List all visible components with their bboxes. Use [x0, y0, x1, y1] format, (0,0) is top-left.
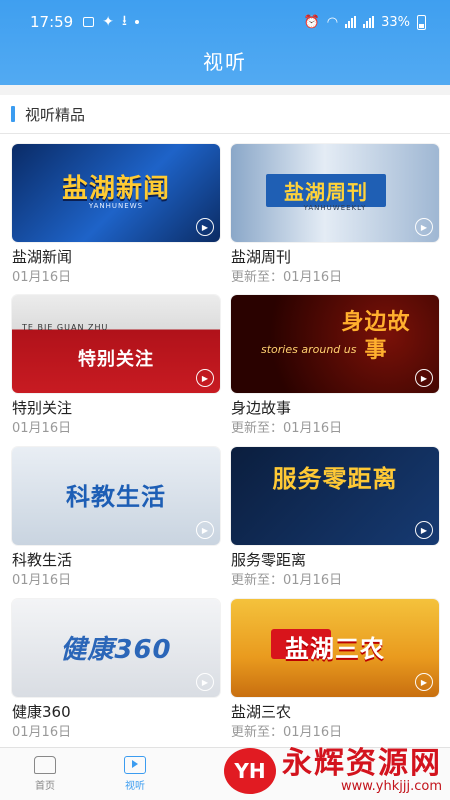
section-title: 视听精品: [25, 105, 86, 124]
download-notification-icon: ⭳: [121, 13, 127, 29]
play-icon[interactable]: ▶: [415, 218, 433, 236]
battery-icon: [417, 14, 426, 30]
program-date: 01月16日: [12, 270, 72, 285]
gallery-notification-icon: [83, 17, 95, 27]
watermark-url: www.yhkjjj.com: [340, 779, 442, 794]
thumbnail-sub-text: YANHUWEEKLY: [303, 204, 367, 212]
play-icon[interactable]: ▶: [196, 369, 214, 387]
program-name[interactable]: 身边故事: [231, 399, 439, 418]
play-icon[interactable]: ▶: [415, 673, 433, 691]
program-name[interactable]: 服务零距离: [231, 551, 439, 570]
program-thumbnail[interactable]: 科教生活 ▶: [12, 447, 220, 545]
play-icon[interactable]: ▶: [196, 218, 214, 236]
program-card[interactable]: stories around us 身边故事 ▶ 身边故事 更新至：01月16日: [231, 295, 439, 437]
battery-percent: 33%: [381, 14, 410, 30]
thumbnail-logo-text: 身边故事: [341, 310, 411, 363]
video-icon: [124, 756, 146, 774]
thumbnail-logo-text: 科教生活: [66, 483, 166, 511]
program-thumbnail[interactable]: 服务零距离 ▶: [231, 447, 439, 545]
watermark: YH 永辉资源网 www.yhkjjj.com: [224, 748, 442, 794]
program-thumbnail[interactable]: 盐湖新闻 YANHUNEWS ▶: [12, 144, 220, 242]
page-title: 视听: [203, 50, 247, 74]
nav-video-label: 视听: [125, 781, 145, 792]
program-name[interactable]: 科教生活: [12, 551, 220, 570]
program-thumbnail[interactable]: TE BIE GUAN ZHU 特别关注 ▶: [12, 295, 220, 393]
program-card[interactable]: 盐湖周刊 YANHUWEEKLY ▶ 盐湖周刊 更新至：01月16日: [231, 144, 439, 286]
program-date: 01月16日: [12, 725, 72, 740]
play-icon[interactable]: ▶: [415, 521, 433, 539]
program-card[interactable]: 盐湖新闻 YANHUNEWS ▶ 盐湖新闻 01月16日: [12, 144, 220, 286]
program-name[interactable]: 盐湖三农: [231, 703, 439, 722]
program-thumbnail[interactable]: 盐湖三农 ▶: [231, 599, 439, 697]
app-header: 17:59 ✦ ⭳ ⏰ ◠ 33% 视听: [0, 0, 450, 85]
play-icon[interactable]: ▶: [196, 673, 214, 691]
program-grid: 盐湖新闻 YANHUNEWS ▶ 盐湖新闻 01月16日 盐湖周刊 YANHUW…: [0, 134, 450, 748]
program-thumbnail[interactable]: stories around us 身边故事 ▶: [231, 295, 439, 393]
program-card[interactable]: TE BIE GUAN ZHU 特别关注 ▶ 特别关注 01月16日: [12, 295, 220, 437]
program-date: 更新至：01月16日: [231, 573, 343, 588]
program-card[interactable]: 服务零距离 ▶ 服务零距离 更新至：01月16日: [231, 447, 439, 589]
program-thumbnail[interactable]: 健康360 ▶: [12, 599, 220, 697]
program-date: 更新至：01月16日: [231, 725, 343, 740]
signal-2-icon: [363, 16, 375, 28]
program-card[interactable]: 健康360 ▶ 健康360 01月16日: [12, 599, 220, 741]
nav-video[interactable]: 视听: [90, 748, 180, 800]
thumbnail-logo-text: 特别关注: [78, 349, 154, 370]
nav-home-label: 首页: [35, 781, 55, 792]
thumbnail-logo-text: 服务零距离: [272, 465, 398, 493]
thumbnail-logo-text: 盐湖周刊: [266, 174, 386, 207]
program-card[interactable]: 科教生活 ▶ 科教生活 01月16日: [12, 447, 220, 589]
wifi-icon: ◠: [326, 14, 339, 30]
section-header: 视听精品: [0, 95, 450, 134]
program-card[interactable]: 盐湖三农 ▶ 盐湖三农 更新至：01月16日: [231, 599, 439, 741]
thumbnail-logo-text: 盐湖三农: [285, 635, 385, 663]
thumbnail-logo-text: 盐湖新闻: [61, 174, 170, 204]
alarm-icon: ⏰: [303, 14, 320, 30]
more-notifications-icon: [134, 20, 139, 24]
thumbnail-logo-text: 健康360: [60, 635, 172, 665]
program-name[interactable]: 特别关注: [12, 399, 220, 418]
program-date: 更新至：01月16日: [231, 270, 343, 285]
watermark-logo: YH: [224, 748, 276, 794]
program-name[interactable]: 盐湖新闻: [12, 248, 220, 267]
watermark-text: 永辉资源网: [282, 746, 442, 781]
signal-icon: [345, 16, 357, 28]
thumbnail-sub-text: YANHUNEWS: [88, 202, 144, 210]
program-thumbnail[interactable]: 盐湖周刊 YANHUWEEKLY ▶: [231, 144, 439, 242]
program-date: 01月16日: [12, 573, 72, 588]
bulb-notification-icon: ✦: [102, 14, 114, 30]
program-name[interactable]: 健康360: [12, 703, 220, 722]
thumbnail-sub-text: TE BIE GUAN ZHU: [22, 323, 109, 332]
status-bar: 17:59 ✦ ⭳ ⏰ ◠ 33%: [0, 0, 450, 44]
program-date: 01月16日: [12, 421, 72, 436]
play-icon[interactable]: ▶: [196, 521, 214, 539]
program-date: 更新至：01月16日: [231, 421, 343, 436]
program-name[interactable]: 盐湖周刊: [231, 248, 439, 267]
section-accent-bar: [11, 106, 15, 122]
status-time: 17:59: [30, 13, 74, 31]
home-icon: [34, 756, 56, 774]
play-icon[interactable]: ▶: [415, 369, 433, 387]
nav-home[interactable]: 首页: [0, 748, 90, 800]
